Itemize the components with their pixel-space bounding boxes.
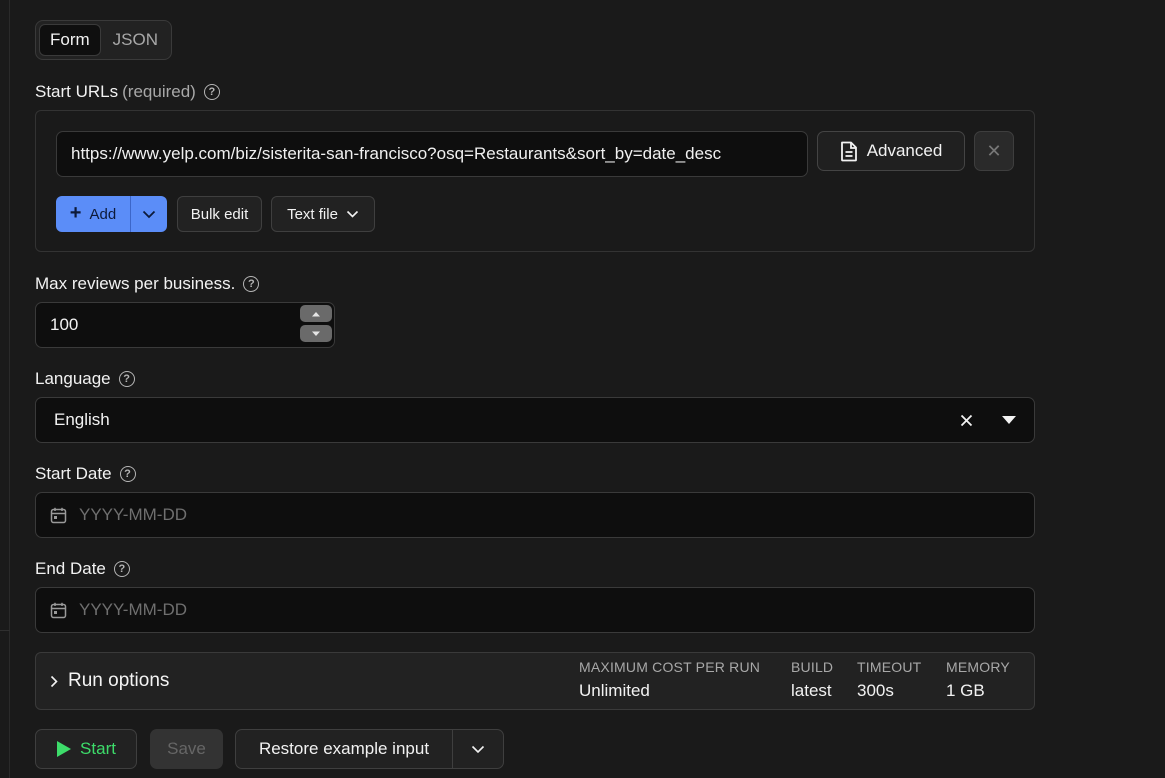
- max-reviews-label-text: Max reviews per business.: [35, 274, 236, 293]
- run-options-panel[interactable]: Run options MAXIMUM COST PER RUN Unlimit…: [35, 652, 1035, 710]
- calendar-icon: [50, 602, 67, 618]
- start-label: Start: [80, 739, 116, 758]
- language-value: English: [54, 410, 110, 429]
- run-options-title: Run options: [68, 670, 170, 691]
- restore-button-group: Restore example input: [235, 729, 504, 769]
- end-date-input[interactable]: [79, 600, 679, 620]
- tab-form[interactable]: Form: [39, 24, 101, 56]
- start-date-input[interactable]: [79, 505, 679, 525]
- caret-up-icon: [312, 311, 320, 316]
- help-icon[interactable]: ?: [243, 276, 260, 292]
- add-label: Add: [89, 205, 117, 223]
- language-label: Language ?: [35, 369, 135, 389]
- add-button[interactable]: + Add: [56, 196, 130, 232]
- max-cost-stat: MAXIMUM COST PER RUN Unlimited: [579, 659, 760, 701]
- start-urls-label: Start URLs (required) ?: [35, 82, 220, 102]
- quantity-stepper: [300, 305, 332, 345]
- text-file-button[interactable]: Text file: [271, 196, 375, 232]
- max-reviews-input[interactable]: 100: [35, 302, 335, 348]
- dropdown-caret-icon[interactable]: [1002, 416, 1016, 424]
- save-button[interactable]: Save: [150, 729, 223, 769]
- language-label-text: Language: [35, 369, 111, 388]
- stat-value: 300s: [857, 681, 894, 700]
- help-icon[interactable]: ?: [113, 561, 130, 577]
- decrement-button[interactable]: [300, 325, 332, 342]
- advanced-button[interactable]: Advanced: [817, 131, 965, 171]
- caret-down-icon: [312, 331, 320, 336]
- bulk-edit-button[interactable]: Bulk edit: [177, 196, 262, 232]
- stat-value: 1 GB: [946, 681, 985, 700]
- start-button[interactable]: Start: [35, 729, 137, 769]
- memory-stat: MEMORY 1 GB: [946, 659, 1010, 701]
- plus-icon: +: [69, 202, 82, 224]
- chevron-down-icon: [471, 745, 485, 753]
- chevron-down-icon: [346, 210, 358, 218]
- language-select[interactable]: English: [35, 397, 1035, 443]
- build-stat: BUILD latest: [791, 659, 833, 701]
- help-icon[interactable]: ?: [203, 84, 220, 100]
- add-button-group: + Add: [56, 196, 167, 232]
- document-icon: [840, 141, 857, 161]
- close-icon: ✕: [986, 140, 1002, 161]
- stat-key: MEMORY: [946, 659, 1010, 675]
- add-dropdown-button[interactable]: [130, 196, 167, 232]
- play-icon: [57, 741, 72, 757]
- input-form: Form JSON Start URLs (required) ? https:…: [35, 0, 1035, 778]
- clear-selection-icon[interactable]: [956, 410, 976, 430]
- max-reviews-value: 100: [50, 315, 79, 334]
- chevron-down-icon: [142, 210, 156, 218]
- start-urls-panel: https://www.yelp.com/biz/sisterita-san-f…: [35, 110, 1035, 252]
- start-date-label-text: Start Date: [35, 464, 112, 483]
- tab-json[interactable]: JSON: [103, 24, 168, 56]
- restore-dropdown-button[interactable]: [453, 730, 503, 768]
- end-date-label: End Date ?: [35, 559, 130, 579]
- stat-value: latest: [791, 681, 832, 700]
- required-note: (required): [122, 82, 196, 101]
- stat-value: Unlimited: [579, 681, 650, 700]
- timeout-stat: TIMEOUT 300s: [857, 659, 921, 701]
- url-input[interactable]: https://www.yelp.com/biz/sisterita-san-f…: [56, 131, 808, 177]
- start-date-label: Start Date ?: [35, 464, 136, 484]
- calendar-icon: [50, 507, 67, 523]
- end-date-field[interactable]: [35, 587, 1035, 633]
- text-file-label: Text file: [287, 205, 338, 223]
- stat-key: BUILD: [791, 659, 834, 675]
- start-urls-label-text: Start URLs: [35, 82, 119, 101]
- help-icon[interactable]: ?: [118, 371, 135, 387]
- help-icon[interactable]: ?: [119, 466, 136, 482]
- rail-divider: [0, 630, 10, 631]
- start-date-field[interactable]: [35, 492, 1035, 538]
- run-options-toggle[interactable]: Run options: [50, 670, 169, 692]
- bulk-edit-label: Bulk edit: [190, 205, 249, 223]
- advanced-label: Advanced: [866, 141, 943, 160]
- mode-tabs: Form JSON: [35, 20, 173, 60]
- restore-example-button[interactable]: Restore example input: [236, 730, 453, 768]
- remove-url-button[interactable]: ✕: [974, 131, 1014, 171]
- max-reviews-label: Max reviews per business. ?: [35, 274, 260, 294]
- chevron-right-icon: [50, 675, 58, 687]
- end-date-label-text: End Date: [35, 559, 106, 578]
- stat-key: MAXIMUM COST PER RUN: [579, 659, 761, 675]
- left-rail: [0, 0, 10, 778]
- increment-button[interactable]: [300, 305, 332, 322]
- stat-key: TIMEOUT: [857, 659, 922, 675]
